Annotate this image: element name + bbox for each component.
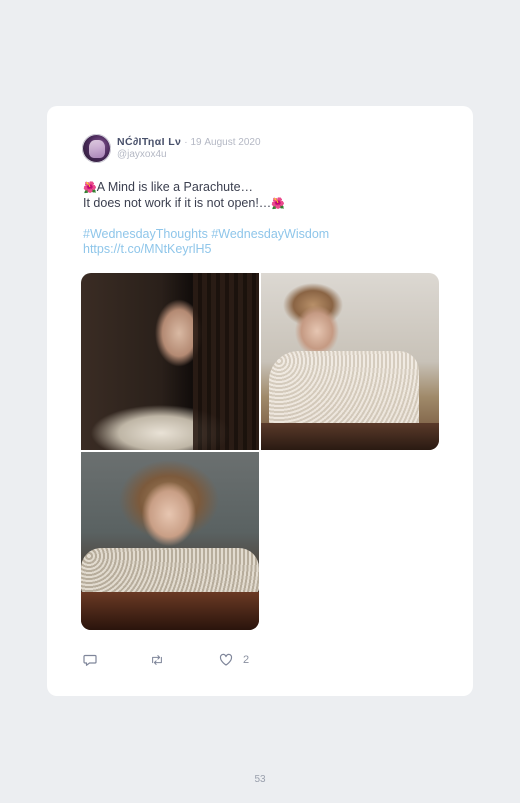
heart-icon xyxy=(219,653,233,666)
photo-2[interactable] xyxy=(261,273,439,450)
text-line-2-content: It does not work if it is not open!… xyxy=(83,196,272,210)
avatar[interactable] xyxy=(82,134,111,163)
author-handle[interactable]: @jayxox4u xyxy=(117,149,167,160)
retweet-icon xyxy=(152,655,162,665)
like-button[interactable]: 2 xyxy=(219,652,249,668)
page-number: 53 xyxy=(254,774,266,785)
author-row: NĆ∂ΙΤηαΙ Lν · 19 August 2020 xyxy=(117,136,261,148)
photo-2-detail xyxy=(269,351,419,431)
photo-3[interactable] xyxy=(81,452,259,630)
media-grid xyxy=(81,273,439,630)
text-line-1: 🌺A Mind is like a Parachute… xyxy=(83,180,423,196)
photo-1[interactable] xyxy=(81,273,259,450)
flower-icon: 🌺 xyxy=(271,198,285,210)
tweet-card: NĆ∂ΙΤηαΙ Lν · 19 August 2020 @jayxox4u 🌺… xyxy=(47,106,473,696)
retweet-button[interactable] xyxy=(150,652,164,668)
action-bar: 2 xyxy=(83,652,303,668)
flower-icon: 🌺 xyxy=(83,182,97,194)
avatar-image xyxy=(89,140,105,158)
reply-button[interactable] xyxy=(83,652,97,668)
photo-2-table xyxy=(261,423,439,450)
tweet-link[interactable]: https://t.co/MNtKeyrlH5 xyxy=(83,242,423,257)
photo-3-detail xyxy=(81,548,259,594)
tweet-text: 🌺A Mind is like a Parachute… It does not… xyxy=(83,180,423,257)
comment-icon xyxy=(83,654,97,666)
post-date[interactable]: 19 August 2020 xyxy=(190,137,260,148)
hashtags[interactable]: #WednesdayThoughts #WednesdayWisdom xyxy=(83,227,423,242)
photo-3-table xyxy=(81,592,259,630)
date-separator: · xyxy=(184,137,188,148)
text-line-1-content: A Mind is like a Parachute… xyxy=(96,180,254,194)
text-line-2: It does not work if it is not open!…🌺 xyxy=(83,196,423,212)
photo-1-detail xyxy=(193,273,259,450)
author-name[interactable]: NĆ∂ΙΤηαΙ Lν xyxy=(117,136,181,148)
like-count: 2 xyxy=(243,654,250,666)
